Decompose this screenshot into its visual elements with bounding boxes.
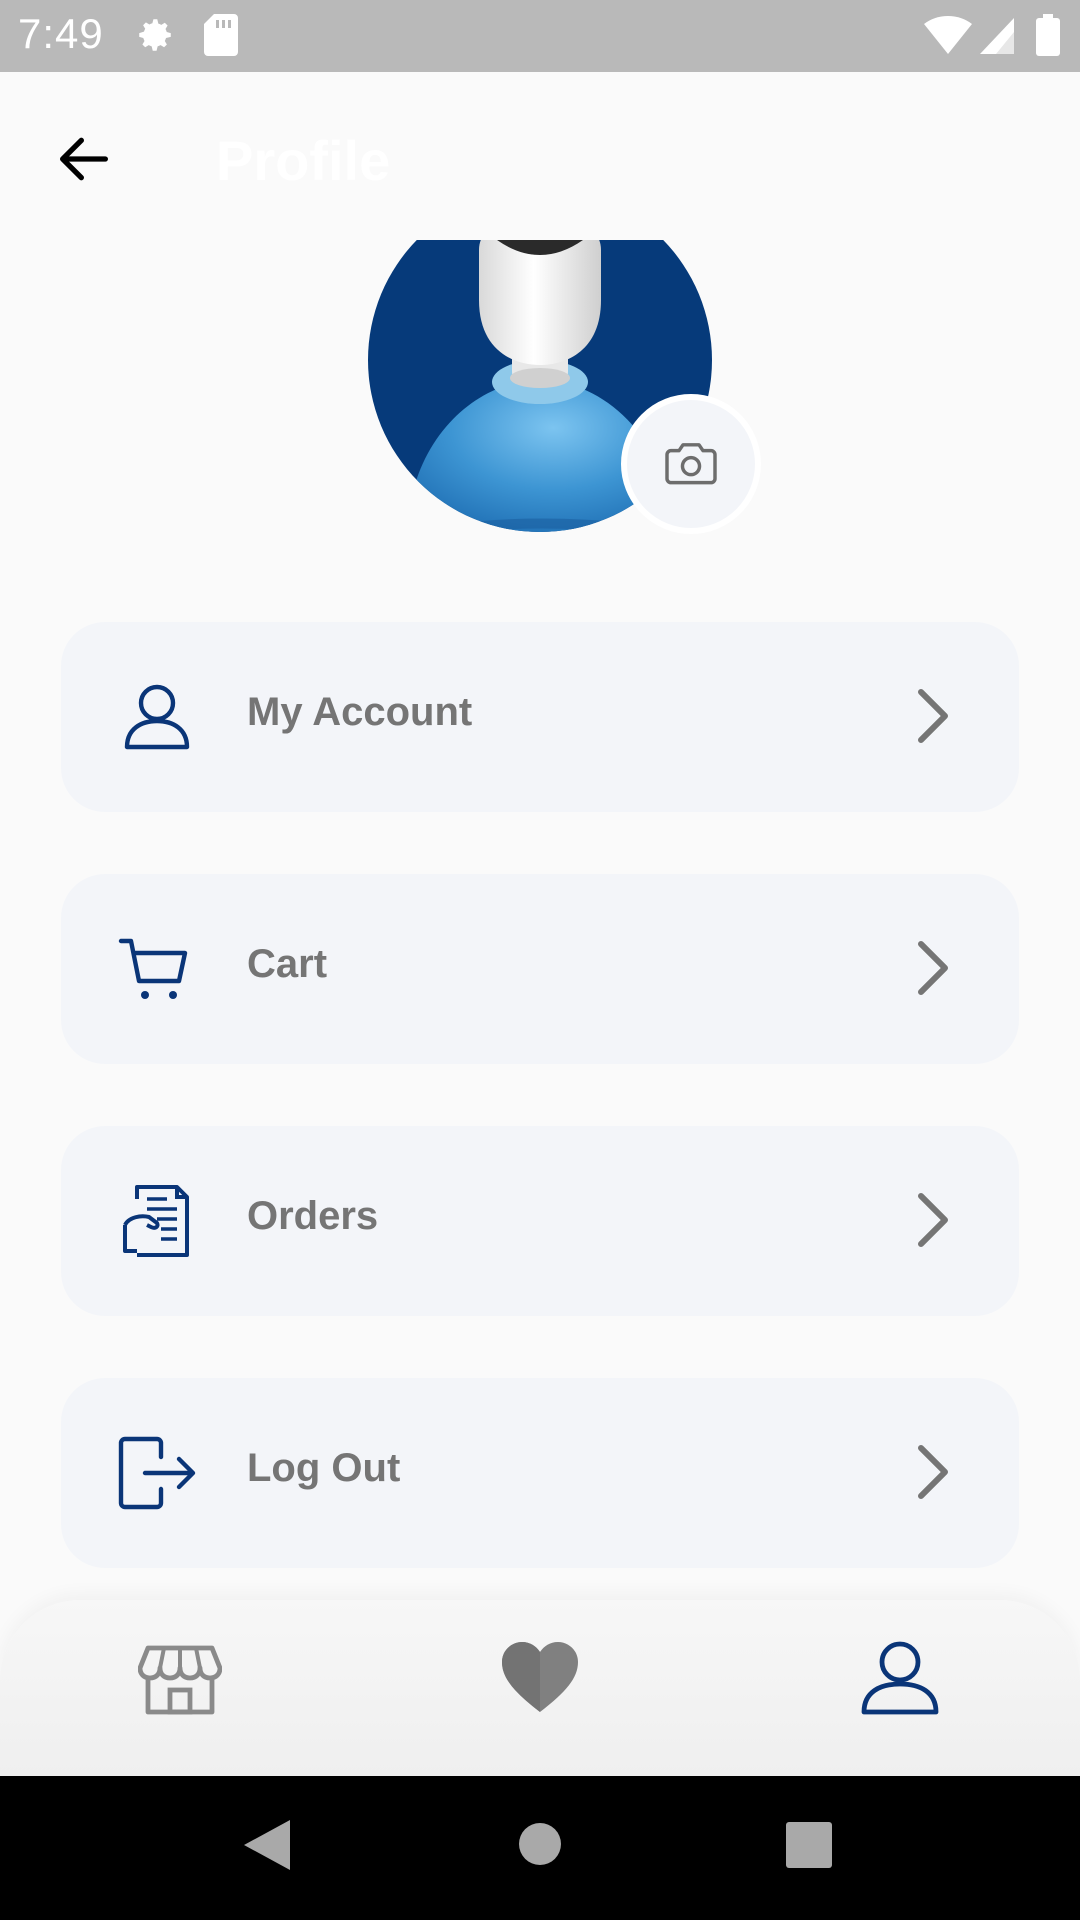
chevron-right-icon [901, 936, 965, 1000]
menu-item-label: Cart [247, 942, 328, 986]
change-photo-button[interactable] [621, 394, 761, 534]
bottom-navigation [0, 1600, 1080, 1776]
menu-item-log-out[interactable]: Log Out [61, 1378, 1019, 1568]
back-button[interactable] [52, 127, 116, 191]
chevron-right-icon [901, 684, 965, 748]
status-bar: 7:49 [0, 0, 1080, 72]
chevron-right-icon [901, 1188, 965, 1252]
user-icon [861, 1641, 939, 1715]
triangle-back-icon [244, 1820, 290, 1870]
shop-icon [137, 1645, 223, 1715]
nav-item-profile[interactable] [858, 1636, 942, 1720]
page-title: Profile [216, 129, 391, 192]
camera-icon [665, 443, 717, 485]
square-recents-icon [786, 1822, 832, 1868]
heart-icon [502, 1642, 578, 1712]
wifi-icon [924, 16, 972, 59]
chevron-right-icon [901, 1440, 965, 1504]
system-recents-button[interactable] [786, 1822, 832, 1873]
app-bar: Profile [0, 72, 1080, 240]
system-back-button[interactable] [244, 1820, 290, 1875]
system-home-button[interactable] [518, 1822, 562, 1871]
menu-item-orders[interactable]: Orders [61, 1126, 1019, 1316]
circle-home-icon [519, 1823, 561, 1865]
sd-card-icon [204, 14, 238, 61]
menu-item-my-account[interactable]: My Account [61, 622, 1019, 812]
user-icon [117, 677, 197, 757]
cart-icon [117, 929, 197, 1009]
gear-icon [134, 14, 176, 61]
receipt-icon [117, 1181, 197, 1261]
nav-item-favorites[interactable] [498, 1636, 582, 1720]
battery-icon [1036, 14, 1060, 61]
profile-screen: 7:49 Profile My Account Cart Orders Log … [0, 0, 1080, 1920]
system-navigation-bar [0, 1776, 1080, 1920]
arrow-left-icon [60, 137, 108, 181]
menu-item-label: Log Out [247, 1446, 401, 1490]
signal-icon [980, 18, 1014, 59]
menu-item-cart[interactable]: Cart [61, 874, 1019, 1064]
menu-item-label: My Account [247, 690, 473, 734]
nav-item-shop[interactable] [137, 1636, 223, 1720]
status-time: 7:49 [18, 10, 104, 57]
menu-item-label: Orders [247, 1194, 379, 1238]
logout-icon [117, 1433, 197, 1513]
